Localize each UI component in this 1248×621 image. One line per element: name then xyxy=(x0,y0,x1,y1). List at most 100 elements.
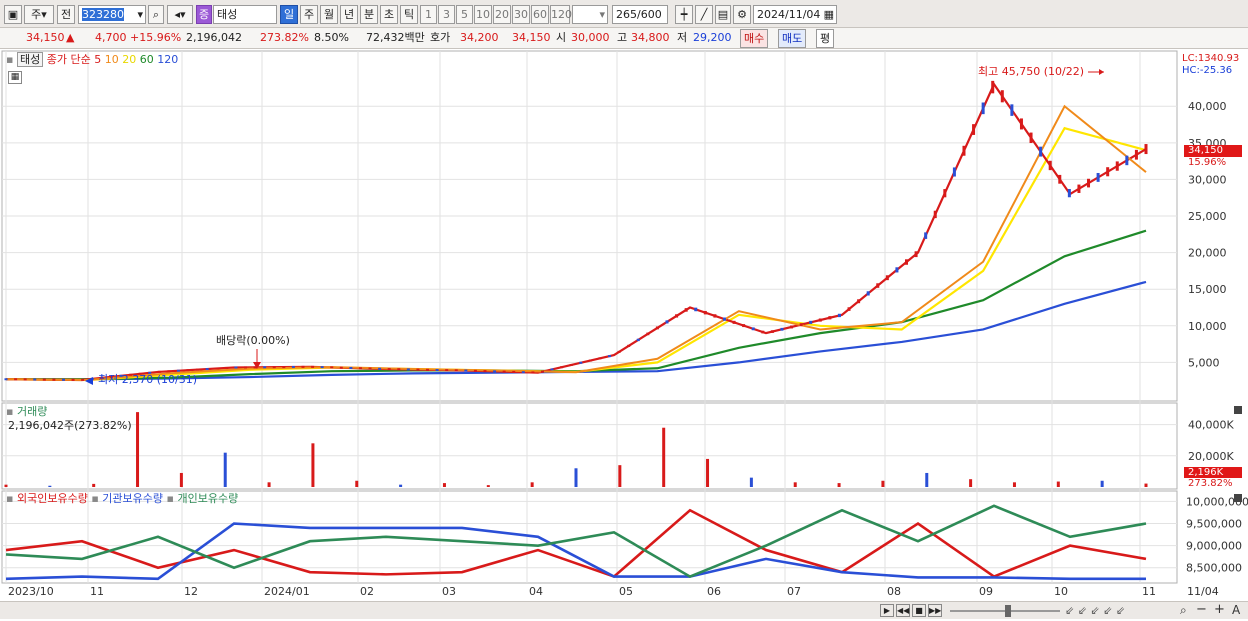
sell-button[interactable]: 매도 xyxy=(778,29,807,48)
candle xyxy=(33,378,37,381)
candle xyxy=(483,370,487,373)
holdings-legend: ▪ 외국인보유수량 ▪ 기관보유수량 ▪ 개인보유수량 xyxy=(6,492,239,505)
interval-120-button[interactable]: 120 xyxy=(550,5,572,24)
volume-ratio: 273.82% xyxy=(260,31,309,44)
volume-bar xyxy=(311,443,315,487)
candle xyxy=(378,367,382,370)
save-icon[interactable]: ▤ xyxy=(715,5,731,24)
volume-bar xyxy=(486,485,490,487)
zoom-out-icon[interactable]: − xyxy=(1196,602,1207,617)
stock-name-label[interactable]: 태성 xyxy=(16,52,44,67)
table-icon[interactable]: ▦ xyxy=(8,71,22,84)
candle xyxy=(914,251,918,258)
high-label: 고 xyxy=(617,31,628,44)
date-value: 2024/11/04 xyxy=(757,8,821,21)
ma-60-label[interactable]: 60 xyxy=(140,53,154,66)
x-tick-label: 11 xyxy=(1142,585,1156,598)
period-day-button[interactable]: 일 xyxy=(280,5,298,24)
ma-120-label[interactable]: 120 xyxy=(157,53,178,66)
candle xyxy=(71,378,75,381)
interval-5-button[interactable]: 5 xyxy=(456,5,473,24)
volume-panel-close-icon[interactable] xyxy=(1234,406,1242,414)
period-second-button[interactable]: 초 xyxy=(380,5,398,24)
quote-info-bar: 34,150 ▲ 4,700 +15.96% 2,196,042 273.82%… xyxy=(0,28,1248,49)
volume-bar xyxy=(1012,482,1016,487)
stock-name-input[interactable]: 태성 xyxy=(213,5,277,24)
gear-icon[interactable]: ⚙ xyxy=(733,5,751,24)
candle xyxy=(665,320,669,324)
interval-60-button[interactable]: 60 xyxy=(531,5,549,24)
zoom-slider-handle[interactable] xyxy=(1005,605,1011,617)
y-tick-label: 10,000 xyxy=(1188,320,1227,333)
prev-button[interactable]: 전 xyxy=(57,5,75,24)
candle xyxy=(311,365,315,368)
candle xyxy=(521,371,525,374)
period-tick-button[interactable]: 틱 xyxy=(400,5,418,24)
rewind-icon[interactable]: ◀◀ xyxy=(896,604,910,617)
avg-button[interactable]: 평 xyxy=(816,29,835,48)
interval-10-button[interactable]: 10 xyxy=(474,5,492,24)
open-price: 30,000 xyxy=(571,31,610,44)
hc-value: HC:-25.36 xyxy=(1182,65,1233,76)
low-price: 29,200 xyxy=(693,31,732,44)
candle-icon[interactable]: ┿ xyxy=(675,5,693,24)
period-year-button[interactable]: 년 xyxy=(340,5,358,24)
volume-bar xyxy=(837,483,841,487)
period-minute-button[interactable]: 분 xyxy=(360,5,378,24)
volume-bar xyxy=(399,484,403,487)
date-field[interactable]: 2024/11/04 ▦ xyxy=(753,5,837,24)
auto-scale-icon[interactable]: A xyxy=(1232,603,1240,617)
volume-bar xyxy=(355,480,359,487)
type-select[interactable]: 주▾ xyxy=(24,5,54,24)
ma-10-label[interactable]: 10 xyxy=(105,53,119,66)
period-week-button[interactable]: 주 xyxy=(300,5,318,24)
speaker-icon[interactable]: ◂▾ xyxy=(167,5,193,24)
candle xyxy=(550,368,554,371)
volume-bar xyxy=(4,484,8,487)
draw-tools-icon[interactable]: ⇙ ⇙ ⇙ ⇙ ⇙ xyxy=(1065,604,1125,617)
interval-20-button[interactable]: 20 xyxy=(493,5,511,24)
volume-bar xyxy=(749,477,753,487)
interval-30-button[interactable]: 30 xyxy=(512,5,530,24)
chart-menu-icon[interactable]: ▣ xyxy=(4,5,22,24)
count-field[interactable]: 265/600 xyxy=(612,5,668,24)
interval-3-button[interactable]: 3 xyxy=(438,5,455,24)
calendar-icon[interactable]: ▦ xyxy=(824,6,836,23)
individual-holdings-label[interactable]: 개인보유수량 xyxy=(177,492,238,505)
candle xyxy=(809,320,813,324)
fast-forward-icon[interactable]: ▶▶ xyxy=(928,604,942,617)
buy-button[interactable]: 매수 xyxy=(740,29,769,48)
period-month-button[interactable]: 월 xyxy=(320,5,338,24)
candle xyxy=(675,314,679,318)
stop-icon[interactable]: ■ xyxy=(912,604,926,617)
volume-panel-frame xyxy=(1,402,1178,490)
holdings-y-tick-label: 8,500,000 xyxy=(1186,562,1242,575)
candle xyxy=(1087,178,1091,188)
x-tick-label: 09 xyxy=(979,585,993,598)
foreign-holdings-label[interactable]: 외국인보유수량 xyxy=(17,492,88,505)
volume-bar xyxy=(1144,483,1148,487)
candle xyxy=(751,327,755,331)
scroll-right-icon[interactable]: ▶ xyxy=(880,604,894,617)
institution-holdings-label[interactable]: 기관보유수량 xyxy=(102,492,163,505)
holdings-panel-close-icon[interactable] xyxy=(1234,494,1242,502)
candle xyxy=(426,368,430,371)
interval-1-button[interactable]: 1 xyxy=(420,5,437,24)
candle xyxy=(1058,174,1062,184)
stock-chart[interactable]: 2023/10 11 12 2024/01 02 03 04 05 06 07 08 09 10 11 11… xyxy=(0,49,1248,621)
ma-20-label[interactable]: 20 xyxy=(122,53,136,66)
candle xyxy=(588,359,592,362)
volume-y-tick-label: 20,000K xyxy=(1188,450,1234,463)
stock-code-input[interactable]: 323280 ▾ xyxy=(78,5,146,24)
candle xyxy=(406,368,410,371)
zoom-in-icon[interactable]: + xyxy=(1214,602,1225,617)
draw-tool-icon[interactable]: ╱ xyxy=(695,5,713,24)
candle xyxy=(684,308,688,312)
high-annotation: 최고 45,750 (10/22) xyxy=(978,65,1085,78)
zoom-search-icon[interactable]: ⌕ xyxy=(1180,603,1187,618)
lc-value: LC:1340.93 xyxy=(1182,53,1240,64)
ma-5-label[interactable]: 5 xyxy=(94,53,101,66)
search-icon[interactable]: ⌕ xyxy=(148,5,164,24)
interval-custom-select[interactable]: ▾ xyxy=(572,5,608,24)
candle xyxy=(837,313,841,318)
